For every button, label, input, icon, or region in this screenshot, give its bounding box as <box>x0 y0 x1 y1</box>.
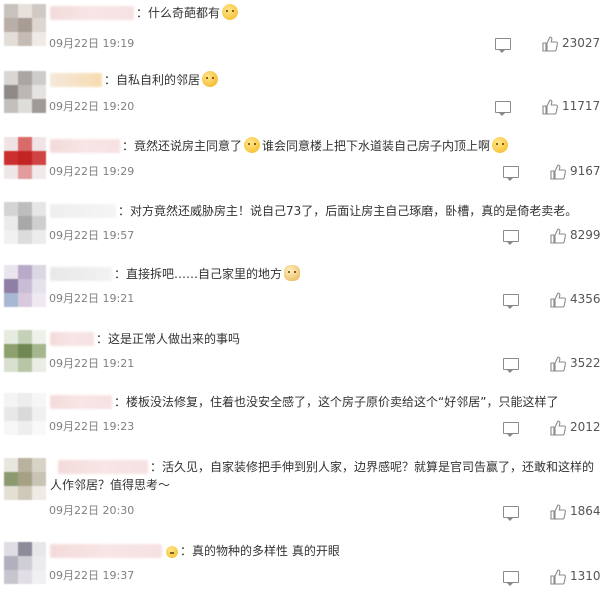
comment-body: 直接拆吧……自己家里的地方 <box>126 267 283 281</box>
timestamp: 09月22日 19:20 <box>49 100 135 113</box>
comment-text: ：竟然还说房主同意了 谁会同意楼上把下水道装自己房子内顶上啊 <box>122 137 606 155</box>
thumbs-up-icon <box>542 36 558 52</box>
avatar[interactable] <box>4 393 46 435</box>
comment-body: 自私自利的邻居 <box>116 73 201 87</box>
comment-text: ：什么奇葩都有 <box>136 4 606 22</box>
reply-icon[interactable] <box>503 294 519 309</box>
smirk-emoji-icon <box>492 137 509 153</box>
emoji-icon <box>166 546 178 558</box>
like-count: 3522 <box>570 356 601 370</box>
comment-text: ：直接拆吧……自己家里的地方 <box>114 265 606 283</box>
timestamp: 09月22日 19:57 <box>49 229 135 242</box>
comment-body: 什么奇葩都有 <box>148 6 221 20</box>
thumbs-up-icon <box>542 99 558 115</box>
crying-emoji-icon <box>202 71 219 87</box>
avatar[interactable] <box>4 202 46 244</box>
comment-text: ：对方竟然还威胁房主！说自己73了，后面让房主自己琢磨，卧槽，真的是倚老卖老。 <box>118 202 606 220</box>
reply-icon[interactable] <box>503 166 519 181</box>
timestamp: 09月22日 20:30 <box>49 504 135 517</box>
avatar[interactable] <box>4 542 46 584</box>
comment-separator: ： <box>118 204 131 218</box>
like-count: 1310 <box>570 569 601 583</box>
comment-text: ：自私自利的邻居 <box>104 71 606 89</box>
avatar[interactable] <box>4 4 46 46</box>
comment-body: 竟然还说房主同意了 <box>134 139 243 153</box>
comment-body: 楼板没法修复，住着也没安全感了，这个房子原价卖给这个“好邻居”，只能这样了 <box>126 395 559 409</box>
timestamp: 09月22日 19:21 <box>49 292 135 305</box>
thumbs-up-icon <box>550 569 566 585</box>
reply-icon[interactable] <box>503 230 519 245</box>
comment-text: ：这是正常人做出来的事吗 <box>96 330 606 348</box>
comment-separator: ： <box>114 267 127 281</box>
reply-icon[interactable] <box>503 506 519 521</box>
thumbs-up-icon <box>550 164 566 180</box>
reply-icon[interactable] <box>503 358 519 373</box>
comment-body: 活久见，自家装修把手伸到别人家，边界感呢？就算是官司告赢了，还敢和这样的 <box>162 460 595 474</box>
like-count: 4356 <box>570 292 601 306</box>
comment-text: ：真的物种的多样性 真的开眼 <box>164 542 606 560</box>
username-redacted <box>50 73 102 87</box>
sweat-emoji-icon <box>222 4 239 20</box>
comment-body: 对方竟然还威胁房主！说自己73了，后面让房主自己琢磨，卧槽，真的是倚老卖老。 <box>130 204 578 218</box>
avatar[interactable] <box>4 330 46 372</box>
like-count: 1864 <box>570 504 601 518</box>
timestamp: 09月22日 19:29 <box>49 165 135 178</box>
reply-icon[interactable] <box>503 422 519 437</box>
comment-separator: ： <box>114 395 127 409</box>
comment-separator: ： <box>96 332 109 346</box>
like-count: 2012 <box>570 420 601 434</box>
reply-icon[interactable] <box>495 101 511 116</box>
comment-separator: ： <box>136 6 149 20</box>
username-redacted <box>50 544 162 558</box>
username-redacted <box>50 139 120 153</box>
comment-separator: ： <box>150 460 163 474</box>
username-redacted <box>50 204 116 218</box>
avatar[interactable] <box>4 265 46 307</box>
like-count: 8299 <box>570 228 601 242</box>
comment-separator: ： <box>122 139 135 153</box>
like-count: 11717 <box>562 99 601 113</box>
thumbs-up-icon <box>550 228 566 244</box>
like-count: 23027 <box>562 36 601 50</box>
timestamp: 09月22日 19:37 <box>49 569 135 582</box>
reply-icon[interactable] <box>503 571 519 586</box>
comment-body: 这是正常人做出来的事吗 <box>108 332 241 346</box>
comment-separator: ： <box>104 73 117 87</box>
timestamp: 09月22日 19:21 <box>49 357 135 370</box>
comment-separator: ： <box>180 544 193 558</box>
timestamp: 09月22日 19:23 <box>49 420 135 433</box>
comment-text: ：楼板没法修复，住着也没安全感了，这个房子原价卖给这个“好邻居”，只能这样了 <box>114 393 606 411</box>
avatar[interactable] <box>4 71 46 113</box>
cat-emoji-icon <box>284 265 301 281</box>
comment-text: ：活久见，自家装修把手伸到别人家，边界感呢？就算是官司告赢了，还敢和这样的人作邻… <box>50 458 606 494</box>
like-count: 9167 <box>570 164 601 178</box>
timestamp: 09月22日 19:19 <box>49 37 135 50</box>
username-redacted <box>50 395 112 409</box>
comment-body-continued: 谁会同意楼上把下水道装自己房子内顶上啊 <box>262 139 491 153</box>
thumbs-up-icon <box>550 504 566 520</box>
reply-icon[interactable] <box>495 38 511 53</box>
comment-body-continued: 人作邻居？值得思考～ <box>50 478 171 492</box>
avatar[interactable] <box>4 137 46 179</box>
username-redacted <box>50 332 94 346</box>
username-redacted <box>50 267 112 281</box>
smirk-emoji-icon <box>244 137 261 153</box>
thumbs-up-icon <box>550 420 566 436</box>
username-redacted <box>50 6 134 20</box>
thumbs-up-icon <box>550 292 566 308</box>
thumbs-up-icon <box>550 356 566 372</box>
comment-body: 真的物种的多样性 真的开眼 <box>192 544 340 558</box>
avatar[interactable] <box>4 458 46 500</box>
